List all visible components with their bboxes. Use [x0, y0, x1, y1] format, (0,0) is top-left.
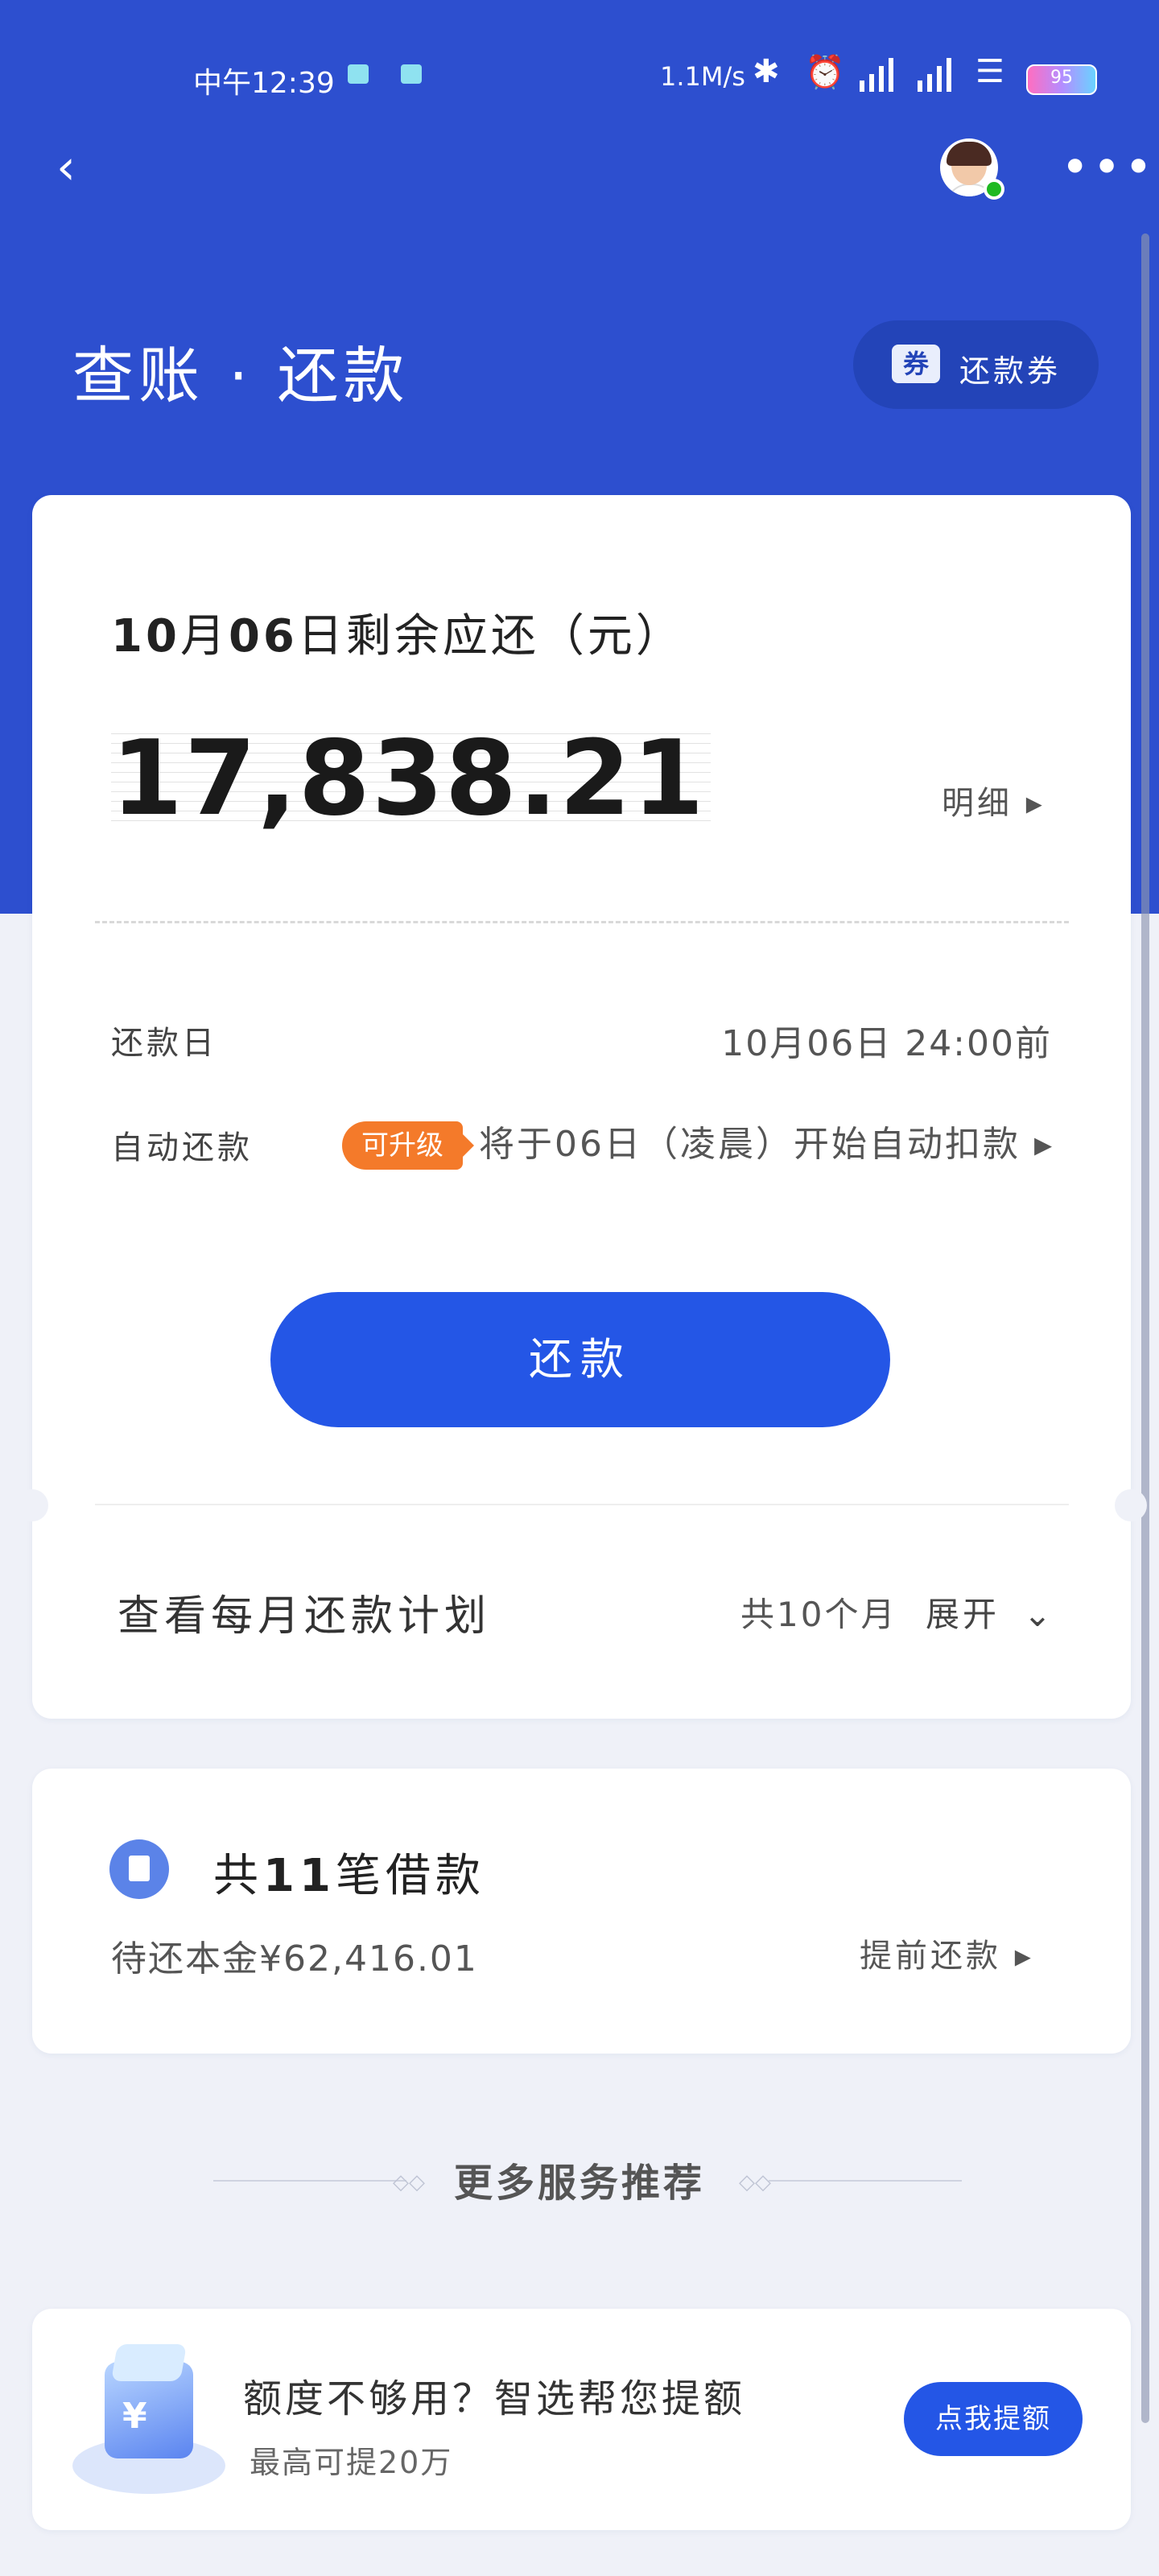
- expand-label: 展开: [926, 1595, 1000, 1634]
- detail-link[interactable]: 明细 ▸: [942, 777, 1046, 824]
- status-bar: 中午12:39 1.1M/s ✱ ⏰ ☰ 95: [0, 48, 1159, 105]
- divider: [95, 921, 1069, 923]
- bill-card: 10月06日剩余应还（元） 17,838.21 明细 ▸ 还款日 10月06日 …: [16, 495, 1147, 1719]
- raise-limit-button[interactable]: 点我提额: [904, 2382, 1083, 2456]
- diamond-icon: ◇◇: [739, 2170, 771, 2194]
- prepay-link[interactable]: 提前还款 ▸: [860, 1930, 1034, 1976]
- hd-signal-icon: [918, 56, 958, 92]
- battery-level: 95: [1050, 68, 1073, 88]
- alarm-icon: ⏰: [805, 54, 845, 91]
- chevron-left-icon[interactable]: ‹: [56, 143, 101, 192]
- coupon-icon: 券: [892, 345, 940, 383]
- repay-plan-label[interactable]: 查看每月还款计划: [118, 1582, 491, 1642]
- coupon-label: 还款券: [959, 353, 1062, 389]
- battery-icon: 95: [1026, 64, 1097, 95]
- repay-date-label: 还款日: [111, 1025, 217, 1062]
- more-icon[interactable]: •••: [1061, 143, 1156, 192]
- expand-button[interactable]: 展开 ⌄: [926, 1587, 1055, 1637]
- credit-cube-icon: ¥: [72, 2333, 225, 2494]
- repay-date-value: 10月06日 24:00前: [721, 1023, 1052, 1064]
- promo-title: 额度不够用？智选帮您提额: [243, 2376, 746, 2421]
- document-icon: [109, 1839, 169, 1899]
- upgrade-badge[interactable]: 可升级: [342, 1121, 474, 1170]
- status-time: 中午12:39: [193, 67, 335, 100]
- coupon-button[interactable]: 券 还款券: [853, 320, 1099, 409]
- amount-due: 17,838.21: [111, 719, 706, 839]
- card-notch: [1115, 1489, 1147, 1521]
- hd-signal-icon: [860, 56, 900, 92]
- due-label: 10月06日剩余应还（元）: [111, 610, 684, 663]
- loans-title: 共11笔借款: [213, 1850, 485, 1902]
- chevron-down-icon: ⌄: [1023, 1595, 1055, 1634]
- auto-repay-label: 自动还款: [111, 1129, 253, 1166]
- principal-remaining: 待还本金¥62,416.01: [111, 1938, 478, 1979]
- bluetooth-icon: ✱: [753, 53, 780, 90]
- wifi-icon: ☰: [975, 53, 1004, 90]
- repay-button[interactable]: 还款: [270, 1292, 890, 1427]
- heading-line: [769, 2180, 962, 2182]
- plan-count: 共10个月: [740, 1595, 897, 1634]
- scrollbar[interactable]: [1141, 233, 1149, 2423]
- page-title: 查账 · 还款: [72, 340, 410, 411]
- network-speed: 1.1M/s: [660, 61, 745, 92]
- loans-card[interactable]: 共11笔借款 待还本金¥62,416.01 提前还款 ▸: [32, 1769, 1131, 2054]
- divider: [95, 1504, 1069, 1505]
- card-notch: [16, 1489, 48, 1521]
- section-heading: 更多服务推荐: [453, 2161, 705, 2206]
- cloud-icon: [348, 64, 369, 84]
- app-icon: [401, 64, 422, 84]
- auto-repay-link[interactable]: 将于06日（凌晨）开始自动扣款 ▸: [479, 1115, 1054, 1166]
- promo-subtitle: 最高可提20万: [250, 2445, 453, 2480]
- promo-card[interactable]: ¥ 额度不够用？智选帮您提额 最高可提20万 点我提额: [32, 2309, 1131, 2530]
- wechat-icon: [984, 179, 1004, 200]
